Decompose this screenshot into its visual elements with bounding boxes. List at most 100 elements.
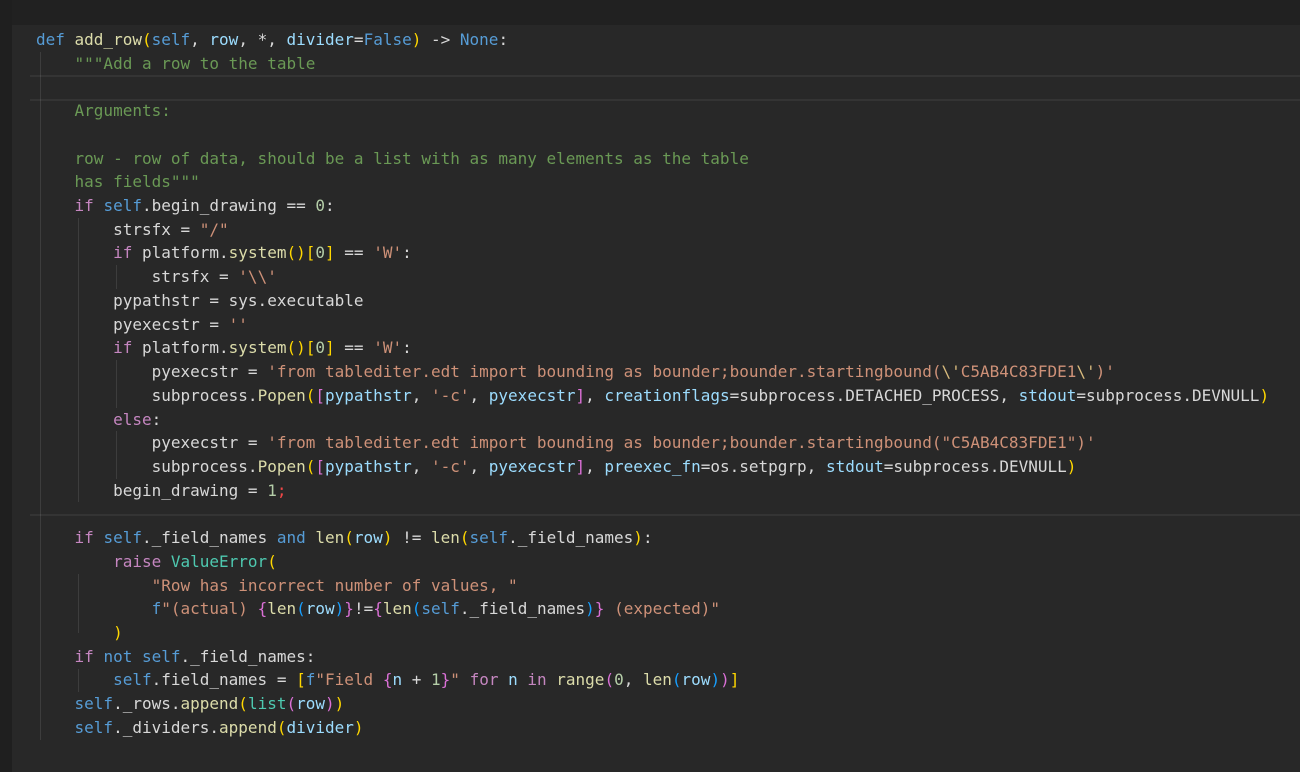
code-token bbox=[36, 433, 152, 452]
code-token: ( bbox=[142, 30, 152, 49]
code-line[interactable]: else: bbox=[36, 408, 1269, 432]
code-token bbox=[36, 647, 75, 666]
code-line[interactable]: if platform.system()[0] == 'W': bbox=[36, 336, 1269, 360]
code-token: 'W' bbox=[373, 243, 402, 262]
code-token bbox=[36, 386, 152, 405]
code-token: ) bbox=[1259, 386, 1269, 405]
code-token: self bbox=[152, 30, 191, 49]
code-token: ( bbox=[306, 386, 316, 405]
code-line[interactable]: self._dividers.append(divider) bbox=[36, 716, 1269, 740]
code-line[interactable]: pyexecstr = '' bbox=[36, 313, 1269, 337]
code-token bbox=[36, 196, 75, 215]
code-token bbox=[36, 291, 113, 310]
code-token: add_row bbox=[75, 30, 142, 49]
code-token: ) bbox=[325, 694, 335, 713]
code-token: f bbox=[152, 599, 162, 618]
code-token bbox=[460, 670, 470, 689]
code-token: pyexecstr = bbox=[152, 362, 268, 381]
code-line[interactable]: """Add a row to the table bbox=[36, 52, 1269, 76]
code-line-blank[interactable] bbox=[36, 123, 1269, 147]
code-line[interactable]: subprocess.Popen([pypathstr, '-c', pyexe… bbox=[36, 455, 1269, 479]
code-line[interactable]: row - row of data, should be a list with… bbox=[36, 147, 1269, 171]
code-token: append bbox=[219, 718, 277, 737]
code-token bbox=[36, 694, 75, 713]
code-token: if bbox=[75, 196, 104, 215]
code-token: : bbox=[402, 338, 412, 357]
code-line[interactable]: self._rows.append(list(row)) bbox=[36, 692, 1269, 716]
code-token: { bbox=[383, 670, 393, 689]
code-token: self bbox=[421, 599, 460, 618]
code-token: == bbox=[335, 338, 374, 357]
code-token: self bbox=[103, 528, 142, 547]
code-token: [ bbox=[306, 243, 316, 262]
code-token: , bbox=[470, 386, 489, 405]
code-token bbox=[36, 718, 75, 737]
code-line[interactable]: Arguments: bbox=[36, 99, 1269, 123]
code-token: ._dividers. bbox=[113, 718, 219, 737]
code-line[interactable]: pyexecstr = 'from tablediter.edt import … bbox=[36, 360, 1269, 384]
code-token bbox=[36, 623, 113, 642]
code-token: None bbox=[460, 30, 499, 49]
code-line[interactable]: pyexecstr = 'from tablediter.edt import … bbox=[36, 431, 1269, 455]
code-token: strsfx = bbox=[113, 220, 200, 239]
code-token: ValueError bbox=[171, 552, 267, 571]
code-token: : bbox=[402, 243, 412, 262]
code-token: ) bbox=[113, 623, 123, 642]
code-token: len bbox=[315, 528, 344, 547]
code-token: ) bbox=[633, 528, 643, 547]
code-token: ( bbox=[604, 670, 614, 689]
code-line[interactable]: if self._field_names and len(row) != len… bbox=[36, 526, 1269, 550]
code-token: if bbox=[113, 338, 142, 357]
code-token: self bbox=[103, 196, 142, 215]
code-token: , bbox=[585, 386, 604, 405]
code-token: () bbox=[286, 338, 305, 357]
code-line[interactable]: strsfx = '\\' bbox=[36, 265, 1269, 289]
code-token: () bbox=[286, 243, 305, 262]
code-token: pypathstr = sys.executable bbox=[113, 291, 363, 310]
code-token: == bbox=[335, 243, 374, 262]
code-token bbox=[36, 243, 113, 262]
code-line[interactable]: raise ValueError( bbox=[36, 550, 1269, 574]
code-token: =subprocess.DEVNULL bbox=[884, 457, 1067, 476]
code-area[interactable]: def add_row(self, row, *, divider=False)… bbox=[36, 28, 1269, 740]
code-token: ( bbox=[267, 552, 277, 571]
code-line[interactable]: f"(actual) {len(row)}!={len(self._field_… bbox=[36, 597, 1269, 621]
code-token: row bbox=[209, 30, 238, 49]
code-token: , bbox=[585, 457, 604, 476]
code-token: self bbox=[75, 694, 114, 713]
code-token: -> bbox=[421, 30, 460, 49]
code-token: row bbox=[296, 694, 325, 713]
code-line[interactable]: ) bbox=[36, 621, 1269, 645]
code-line[interactable]: if platform.system()[0] == 'W': bbox=[36, 241, 1269, 265]
code-token: "/" bbox=[200, 220, 229, 239]
code-line[interactable]: "Row has incorrect number of values, " bbox=[36, 574, 1269, 598]
code-token: =os.setpgrp, bbox=[701, 457, 826, 476]
code-token: 'from tablediter.edt import bounding as … bbox=[267, 362, 941, 381]
code-token: ) bbox=[720, 670, 730, 689]
code-token: ._field_names: bbox=[181, 647, 316, 666]
code-token: ._field_names bbox=[460, 599, 585, 618]
code-token: (expected)" bbox=[604, 599, 720, 618]
code-line[interactable]: self.field_names = [f"Field {n + 1}" for… bbox=[36, 668, 1269, 692]
code-token: + bbox=[402, 670, 431, 689]
code-line-blank[interactable] bbox=[36, 502, 1269, 526]
code-token: False bbox=[364, 30, 412, 49]
code-line[interactable]: if self.begin_drawing == 0: bbox=[36, 194, 1269, 218]
code-line[interactable]: has fields""" bbox=[36, 170, 1269, 194]
code-token: n bbox=[508, 670, 518, 689]
code-line[interactable]: strsfx = "/" bbox=[36, 218, 1269, 242]
code-token: "(actual) bbox=[161, 599, 257, 618]
code-line-blank[interactable] bbox=[36, 75, 1269, 99]
code-token: .begin_drawing == bbox=[142, 196, 315, 215]
code-line[interactable]: if not self._field_names: bbox=[36, 645, 1269, 669]
code-token: , bbox=[412, 457, 431, 476]
code-token: stdout bbox=[1019, 386, 1077, 405]
code-line[interactable]: pypathstr = sys.executable bbox=[36, 289, 1269, 313]
code-token bbox=[36, 220, 113, 239]
code-line[interactable]: begin_drawing = 1; bbox=[36, 479, 1269, 503]
code-line[interactable]: def add_row(self, row, *, divider=False)… bbox=[36, 28, 1269, 52]
code-token: if bbox=[113, 243, 142, 262]
code-token: ( bbox=[460, 528, 470, 547]
code-token: if bbox=[75, 647, 104, 666]
code-line[interactable]: subprocess.Popen([pypathstr, '-c', pyexe… bbox=[36, 384, 1269, 408]
